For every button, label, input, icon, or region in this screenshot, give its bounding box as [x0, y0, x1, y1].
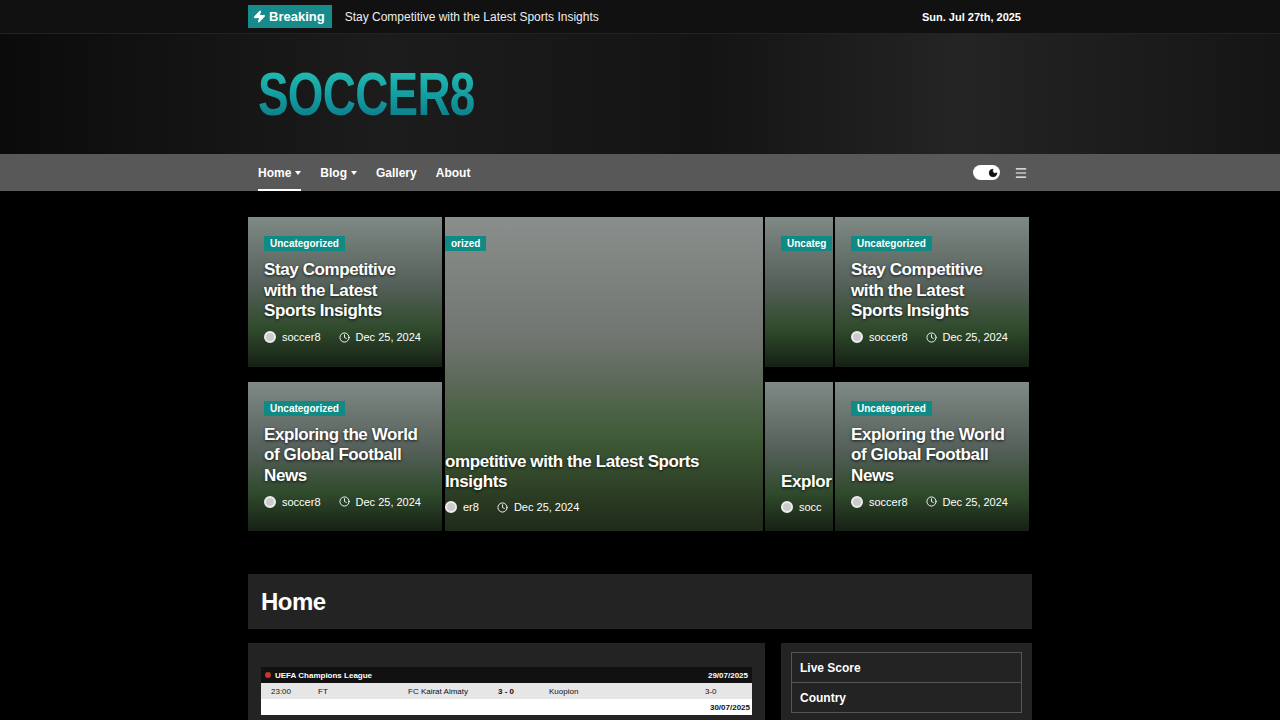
author-avatar-icon: [851, 496, 863, 508]
post-author[interactable]: soccer8: [282, 331, 321, 343]
post-title[interactable]: Explor: [781, 472, 829, 493]
sidebar-item[interactable]: Live Score: [791, 652, 1022, 683]
post-title[interactable]: ompetitive with the Latest Sports Insigh…: [445, 452, 753, 493]
post-card[interactable]: orized ompetitive with the Latest Sports …: [445, 217, 763, 531]
aggregate-score: 3-0: [705, 687, 742, 696]
post-author[interactable]: er8: [463, 501, 479, 513]
breaking-badge: Breaking: [248, 5, 332, 28]
post-card[interactable]: Explor socc: [765, 382, 833, 532]
post-meta: soccer8 Dec 25, 2024: [851, 331, 1019, 343]
post-date: Dec 25, 2024: [943, 496, 1008, 508]
post-author[interactable]: soccer8: [869, 331, 908, 343]
category-badge[interactable]: Uncategorized: [851, 236, 932, 251]
caret-down-icon: [295, 171, 301, 175]
author-avatar-icon: [264, 496, 276, 508]
post-author[interactable]: socc: [799, 501, 822, 513]
author-avatar-icon: [264, 331, 276, 343]
caret-down-icon: [351, 171, 357, 175]
clock-icon: [926, 332, 937, 343]
category-badge[interactable]: Uncategorized: [264, 401, 345, 416]
post-card[interactable]: Uncategorized Stay Competitive with the L…: [835, 217, 1029, 367]
post-meta: soccer8 Dec 25, 2024: [851, 496, 1019, 508]
author-avatar-icon: [781, 501, 793, 513]
post-date: Dec 25, 2024: [356, 496, 421, 508]
post-author[interactable]: soccer8: [869, 496, 908, 508]
post-author[interactable]: soccer8: [282, 496, 321, 508]
nav-item[interactable]: Blog: [320, 154, 357, 191]
home-team: FC Kairat Almaty: [408, 687, 498, 696]
site-header: SOCCER8: [0, 34, 1280, 154]
category-badge[interactable]: orized: [445, 236, 486, 251]
clock-icon: [339, 496, 350, 507]
slider-column: Uncategorized Stay Competitive with the L…: [835, 217, 1029, 531]
category-badge[interactable]: Uncategorized: [851, 401, 932, 416]
nav-item[interactable]: Gallery: [376, 154, 417, 191]
post-meta: soccer8 Dec 25, 2024: [264, 331, 432, 343]
post-title[interactable]: Stay Competitive with the Latest Sports …: [264, 260, 432, 322]
post-card[interactable]: Uncategorized Exploring the World of Glob…: [248, 382, 442, 532]
nav-bar: Home Blog Gallery About: [0, 154, 1280, 191]
post-title[interactable]: Exploring the World of Global Football N…: [851, 425, 1019, 487]
category-badge[interactable]: Uncategorized: [264, 236, 345, 251]
slider-column: orized ompetitive with the Latest Sports …: [445, 217, 763, 531]
hamburger-menu-icon[interactable]: [1014, 166, 1028, 180]
league-header: UEFA Champions League 29/07/2025: [261, 667, 752, 683]
page-title: Home: [248, 574, 1032, 629]
theme-toggle[interactable]: [973, 165, 1000, 180]
slider-column: Uncateg Explor socc: [765, 217, 833, 531]
post-meta: soccer8 Dec 25, 2024: [264, 496, 432, 508]
post-meta: socc: [781, 501, 829, 513]
match-row[interactable]: 23:00FTFC Kairat Almaty3 - 0Kuopion3-0: [261, 683, 752, 699]
main-content: UEFA Champions League 29/07/2025 23:00FTFC…: [248, 643, 765, 720]
post-date: Dec 25, 2024: [943, 331, 1008, 343]
author-avatar-icon: [445, 501, 457, 513]
post-date: Dec 25, 2024: [514, 501, 579, 513]
league-flag-icon: [265, 672, 271, 678]
nav-item[interactable]: Home: [258, 154, 301, 191]
match-time: 23:00: [271, 687, 318, 696]
post-title[interactable]: Exploring the World of Global Football N…: [264, 425, 432, 487]
post-date: Dec 25, 2024: [356, 331, 421, 343]
current-date: Sun. Jul 27th, 2025: [922, 11, 1021, 23]
match-score: 3 - 0: [498, 687, 549, 696]
post-title[interactable]: Stay Competitive with the Latest Sports …: [851, 260, 1019, 322]
post-slider: UncategorizedStay Competitive with the L…: [248, 217, 1032, 531]
clock-icon: [926, 496, 937, 507]
post-meta: er8 Dec 25, 2024: [445, 501, 753, 513]
post-card[interactable]: Uncategorized Stay Competitive with the L…: [248, 217, 442, 367]
post-card[interactable]: Uncategorized Exploring the World of Glob…: [835, 382, 1029, 532]
league-name[interactable]: UEFA Champions League: [275, 671, 372, 680]
sidebar-item[interactable]: Country: [791, 682, 1022, 713]
league-date: 29/07/2025: [708, 671, 748, 680]
next-date: 30/07/2025: [261, 699, 752, 715]
category-badge[interactable]: Uncateg: [781, 236, 832, 251]
post-card[interactable]: Uncateg: [765, 217, 833, 367]
clock-icon: [339, 332, 350, 343]
match-status: FT: [318, 687, 408, 696]
live-score-widget: UEFA Champions League 29/07/2025 23:00FTFC…: [261, 667, 752, 715]
slider-column: Uncategorized Stay Competitive with the L…: [248, 217, 442, 531]
away-team: Kuopion: [549, 687, 705, 696]
moon-icon: [988, 168, 998, 178]
site-logo[interactable]: SOCCER8: [258, 60, 475, 128]
nav-item[interactable]: About: [436, 154, 471, 191]
breaking-headline[interactable]: Stay Competitive with the Latest Sports …: [345, 10, 909, 24]
sidebar: Live ScoreCountry: [781, 643, 1032, 720]
author-avatar-icon: [851, 331, 863, 343]
lightning-icon: [253, 10, 266, 23]
clock-icon: [497, 502, 508, 513]
top-bar: Breaking Stay Competitive with the Latest…: [0, 0, 1280, 34]
